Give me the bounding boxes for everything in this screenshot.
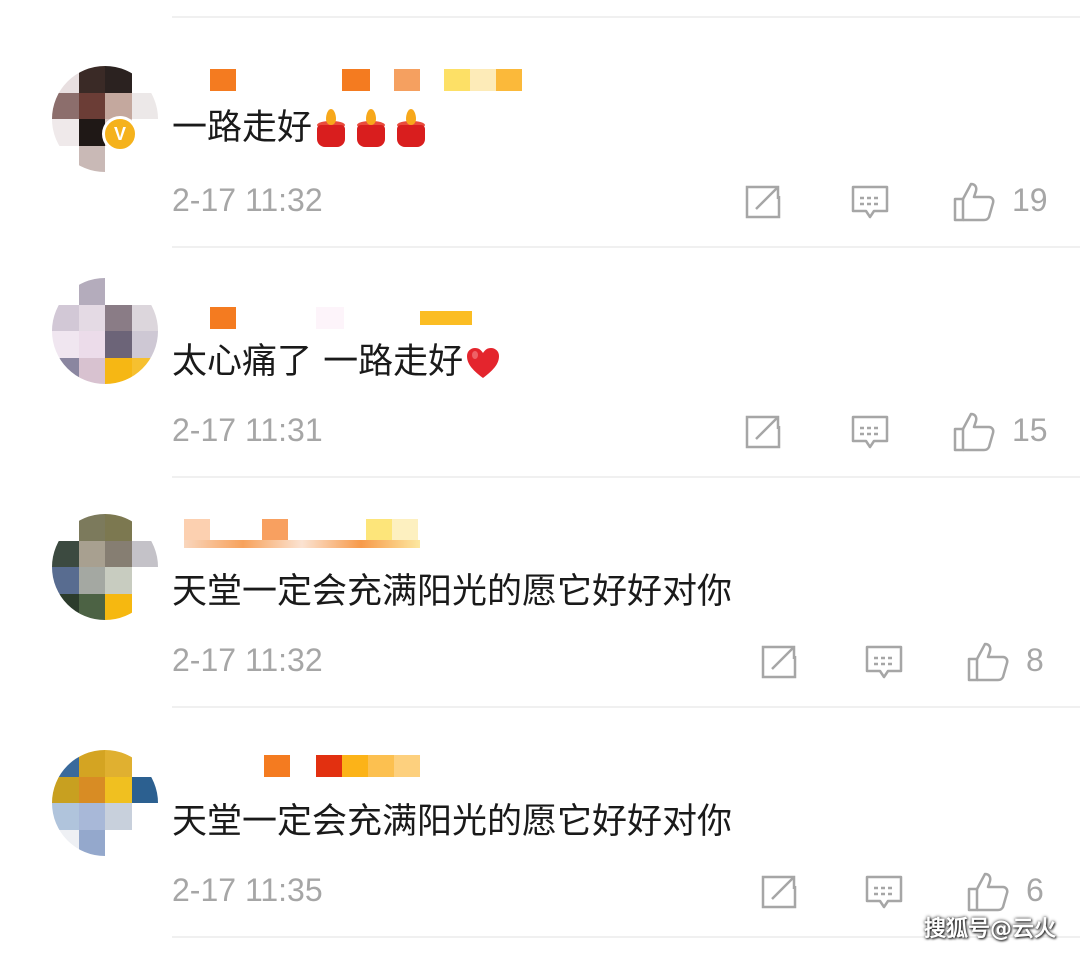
username[interactable] (172, 518, 418, 542)
reply-icon[interactable] (850, 182, 890, 222)
reply-icon[interactable] (850, 412, 890, 452)
like-icon[interactable] (952, 180, 996, 224)
candle-emoji-icon (314, 109, 434, 149)
like-count: 19 (1012, 182, 1048, 218)
comment-item: 天堂一定会充满阳光的愿它好好对你 2-17 11:35 6 (0, 708, 1080, 938)
comment-text: 一路走好 (172, 106, 434, 150)
share-icon[interactable] (760, 642, 800, 682)
username[interactable] (172, 68, 522, 92)
timestamp: 2-17 11:32 (172, 182, 323, 218)
comment-text: 天堂一定会充满阳光的愿它好好对你 (172, 802, 733, 842)
reply-icon[interactable] (864, 872, 904, 912)
timestamp: 2-17 11:31 (172, 412, 323, 448)
comment-text: 天堂一定会充满阳光的愿它好好对你 (172, 572, 733, 612)
avatar[interactable] (52, 66, 158, 172)
share-icon[interactable] (744, 412, 784, 452)
comment-item: 天堂一定会充满阳光的愿它好好对你 2-17 11:32 8 (0, 478, 1080, 708)
timestamp: 2-17 11:35 (172, 872, 323, 908)
avatar[interactable] (52, 278, 158, 384)
avatar[interactable] (52, 514, 158, 620)
like-count: 15 (1012, 412, 1048, 448)
avatar[interactable] (52, 750, 158, 856)
heart-emoji-icon (467, 348, 500, 378)
share-icon[interactable] (760, 872, 800, 912)
comment-item: V 一路走好 2-17 11:32 19 (0, 18, 1080, 248)
comment-text: 太心痛了 一路走好 (172, 340, 501, 384)
like-icon[interactable] (966, 640, 1010, 684)
share-icon[interactable] (744, 182, 784, 222)
username-underline (184, 540, 420, 548)
verified-badge-icon: V (102, 116, 138, 152)
timestamp: 2-17 11:32 (172, 642, 323, 678)
like-icon[interactable] (966, 870, 1010, 914)
like-count: 8 (1026, 642, 1044, 678)
username[interactable] (172, 754, 420, 778)
watermark: 搜狐号@云火 (923, 917, 1056, 942)
comment-item: 太心痛了 一路走好 2-17 11:31 15 (0, 248, 1080, 478)
reply-icon[interactable] (864, 642, 904, 682)
like-icon[interactable] (952, 410, 996, 454)
like-count: 6 (1026, 872, 1044, 908)
username[interactable] (172, 306, 472, 330)
